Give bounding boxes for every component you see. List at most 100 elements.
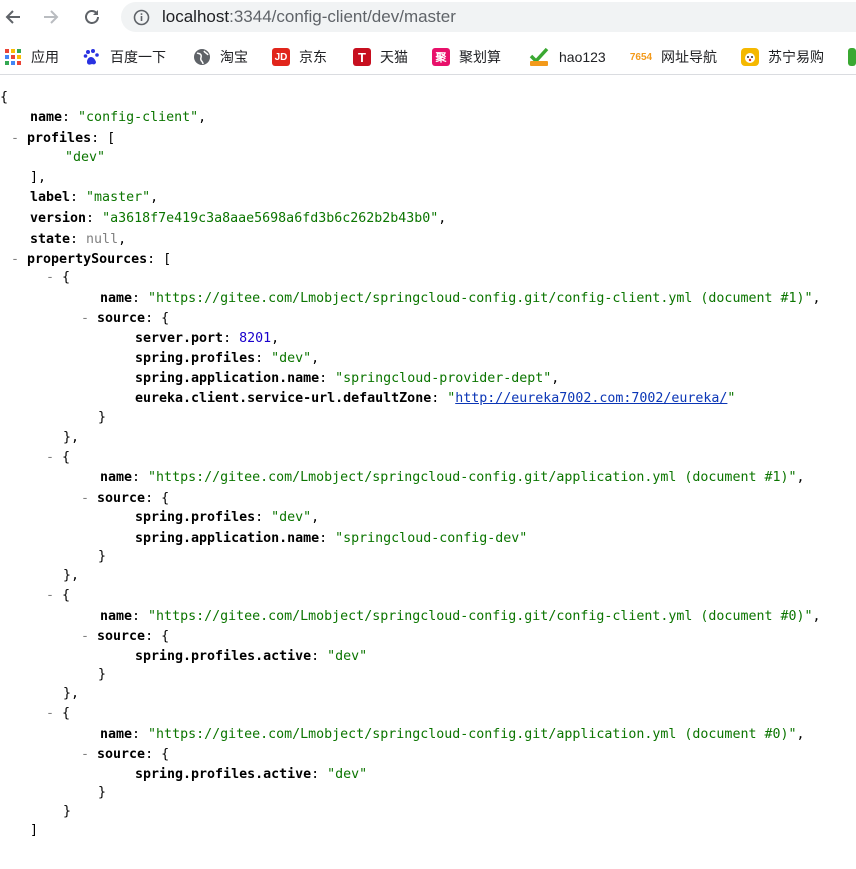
bookmark-label: 百度一下 xyxy=(110,49,166,65)
bookmark-label: 苏宁易购 xyxy=(768,49,824,65)
json-object-open: - { xyxy=(46,450,71,465)
json-array-item: "dev" xyxy=(65,150,106,165)
address-bar[interactable]: localhost:3344/config-client/dev/master xyxy=(121,2,856,32)
baidu-paw-icon xyxy=(83,48,101,66)
json-string: "https://gitee.com/Lmobject/springcloud-… xyxy=(148,727,797,742)
bookmark-juhuasuan[interactable]: 聚 聚划算 xyxy=(432,40,501,74)
json-source-row: - source: { xyxy=(81,629,170,644)
json-close-brace: } xyxy=(98,667,107,682)
collapse-toggle[interactable]: - xyxy=(46,270,54,285)
bookmarks-bar: 应用 百度一下 淘宝 JD 京东 T 天猫 聚 聚划算 hao123 7654 … xyxy=(0,40,856,75)
forward-button[interactable] xyxy=(38,4,64,30)
json-key: name xyxy=(100,609,133,624)
json-version-row: version: "a3618f7e419c3a8aae5698a6fd3b6c… xyxy=(30,211,447,226)
json-string: "master" xyxy=(86,190,151,205)
collapse-toggle[interactable]: - xyxy=(46,588,54,603)
juhuasuan-logo-icon: 聚 xyxy=(432,48,450,66)
reload-icon xyxy=(85,10,99,24)
json-close-bracket: ] xyxy=(30,823,39,838)
bookmark-apps[interactable]: 应用 xyxy=(4,40,59,74)
bookmark-label: 天猫 xyxy=(380,49,408,65)
json-key: eureka.client.service-url.defaultZone xyxy=(135,391,432,406)
hao123-logo-icon xyxy=(528,47,550,66)
apps-grid-icon xyxy=(4,48,22,66)
json-key: label xyxy=(30,190,71,205)
bookmark-tmall[interactable]: T 天猫 xyxy=(353,40,408,74)
json-propertysources-row: - propertySources: [ xyxy=(11,252,172,267)
bookmark-suning[interactable]: 苏宁易购 xyxy=(741,40,824,74)
collapse-toggle[interactable]: - xyxy=(81,311,89,326)
json-string: "dev" xyxy=(271,351,312,366)
json-close-brace: } xyxy=(98,785,107,800)
json-source-row: - source: { xyxy=(81,491,170,506)
json-key: source xyxy=(97,491,146,506)
json-string: "springcloud-config-dev" xyxy=(335,531,528,546)
bookmark-overflow-icon xyxy=(848,48,856,66)
json-prop-row: server.port: 8201, xyxy=(135,331,280,346)
suning-logo-icon xyxy=(741,48,759,66)
bookmark-label: hao123 xyxy=(559,49,606,65)
bookmark-jd[interactable]: JD 京东 xyxy=(272,40,327,74)
bookmark-label: 聚划算 xyxy=(459,49,501,65)
json-string: "a3618f7e419c3a8aae5698a6fd3b6c262b2b43b… xyxy=(102,211,439,226)
arrow-right-icon xyxy=(44,10,59,24)
collapse-toggle[interactable]: - xyxy=(11,252,19,267)
json-key: source xyxy=(97,747,146,762)
url-path: :3344/config-client/dev/master xyxy=(229,7,456,26)
json-key: spring.profiles xyxy=(135,351,256,366)
collapse-toggle[interactable]: - xyxy=(46,450,54,465)
json-key: profiles xyxy=(27,131,92,146)
json-key: name xyxy=(100,727,133,742)
bookmark-hao123[interactable]: hao123 xyxy=(528,40,606,74)
bookmark-label: 应用 xyxy=(31,49,59,65)
json-key: state xyxy=(30,232,71,247)
json-source-name-row: name: "https://gitee.com/Lmobject/spring… xyxy=(100,291,821,306)
json-profiles-row: - profiles: [ xyxy=(11,131,116,146)
collapse-toggle[interactable]: - xyxy=(81,629,89,644)
json-string: "https://gitee.com/Lmobject/springcloud-… xyxy=(148,609,813,624)
bookmark-label: 京东 xyxy=(299,49,327,65)
json-string: "dev" xyxy=(327,767,368,782)
tmall-logo-icon: T xyxy=(353,48,371,66)
json-link[interactable]: http://eureka7002.com:7002/eureka/ xyxy=(455,391,727,406)
browser-toolbar: localhost:3344/config-client/dev/master xyxy=(0,0,856,34)
collapse-toggle[interactable]: - xyxy=(46,706,54,721)
json-prop-row: spring.application.name: "springcloud-co… xyxy=(135,531,528,546)
collapse-toggle[interactable]: - xyxy=(81,747,89,762)
json-key: spring.profiles.active xyxy=(135,767,312,782)
globe-icon xyxy=(193,48,211,66)
json-open-brace: { xyxy=(0,90,9,105)
json-key: server.port xyxy=(135,331,224,346)
collapse-toggle[interactable]: - xyxy=(11,131,19,146)
json-prop-row: spring.profiles: "dev", xyxy=(135,351,320,366)
json-close-bracket: ], xyxy=(30,170,47,185)
bookmark-7654[interactable]: 7654 网址导航 xyxy=(630,40,717,74)
jd-logo-icon: JD xyxy=(272,48,290,66)
json-key: propertySources xyxy=(27,252,148,267)
json-key: spring.application.name xyxy=(135,531,320,546)
json-string: "dev" xyxy=(271,510,312,525)
json-source-name-row: name: "https://gitee.com/Lmobject/spring… xyxy=(100,727,805,742)
json-close-brace: }, xyxy=(63,430,80,445)
json-close-brace: } xyxy=(98,549,107,564)
bookmark-label: 淘宝 xyxy=(220,49,248,65)
address-url[interactable]: localhost:3344/config-client/dev/master xyxy=(162,7,456,27)
info-icon[interactable] xyxy=(133,9,150,30)
json-string: "dev" xyxy=(327,649,368,664)
bookmark-baidu[interactable]: 百度一下 xyxy=(83,40,166,74)
bookmark-more[interactable] xyxy=(848,40,856,74)
back-button[interactable] xyxy=(0,4,26,30)
json-string: "springcloud-provider-dept" xyxy=(335,371,552,386)
json-state-row: state: null, xyxy=(30,232,127,247)
bookmark-taobao[interactable]: 淘宝 xyxy=(193,40,248,74)
json-source-name-row: name: "https://gitee.com/Lmobject/spring… xyxy=(100,470,805,485)
json-close-brace: }, xyxy=(63,686,80,701)
json-close-brace: } xyxy=(98,410,107,425)
collapse-toggle[interactable]: - xyxy=(81,491,89,506)
json-object-open: - { xyxy=(46,706,71,721)
json-string: "https://gitee.com/Lmobject/springcloud-… xyxy=(148,470,797,485)
reload-button[interactable] xyxy=(79,4,105,30)
json-source-row: - source: { xyxy=(81,747,170,762)
json-prop-row: eureka.client.service-url.defaultZone: "… xyxy=(135,391,736,406)
json-null: null xyxy=(86,232,119,247)
